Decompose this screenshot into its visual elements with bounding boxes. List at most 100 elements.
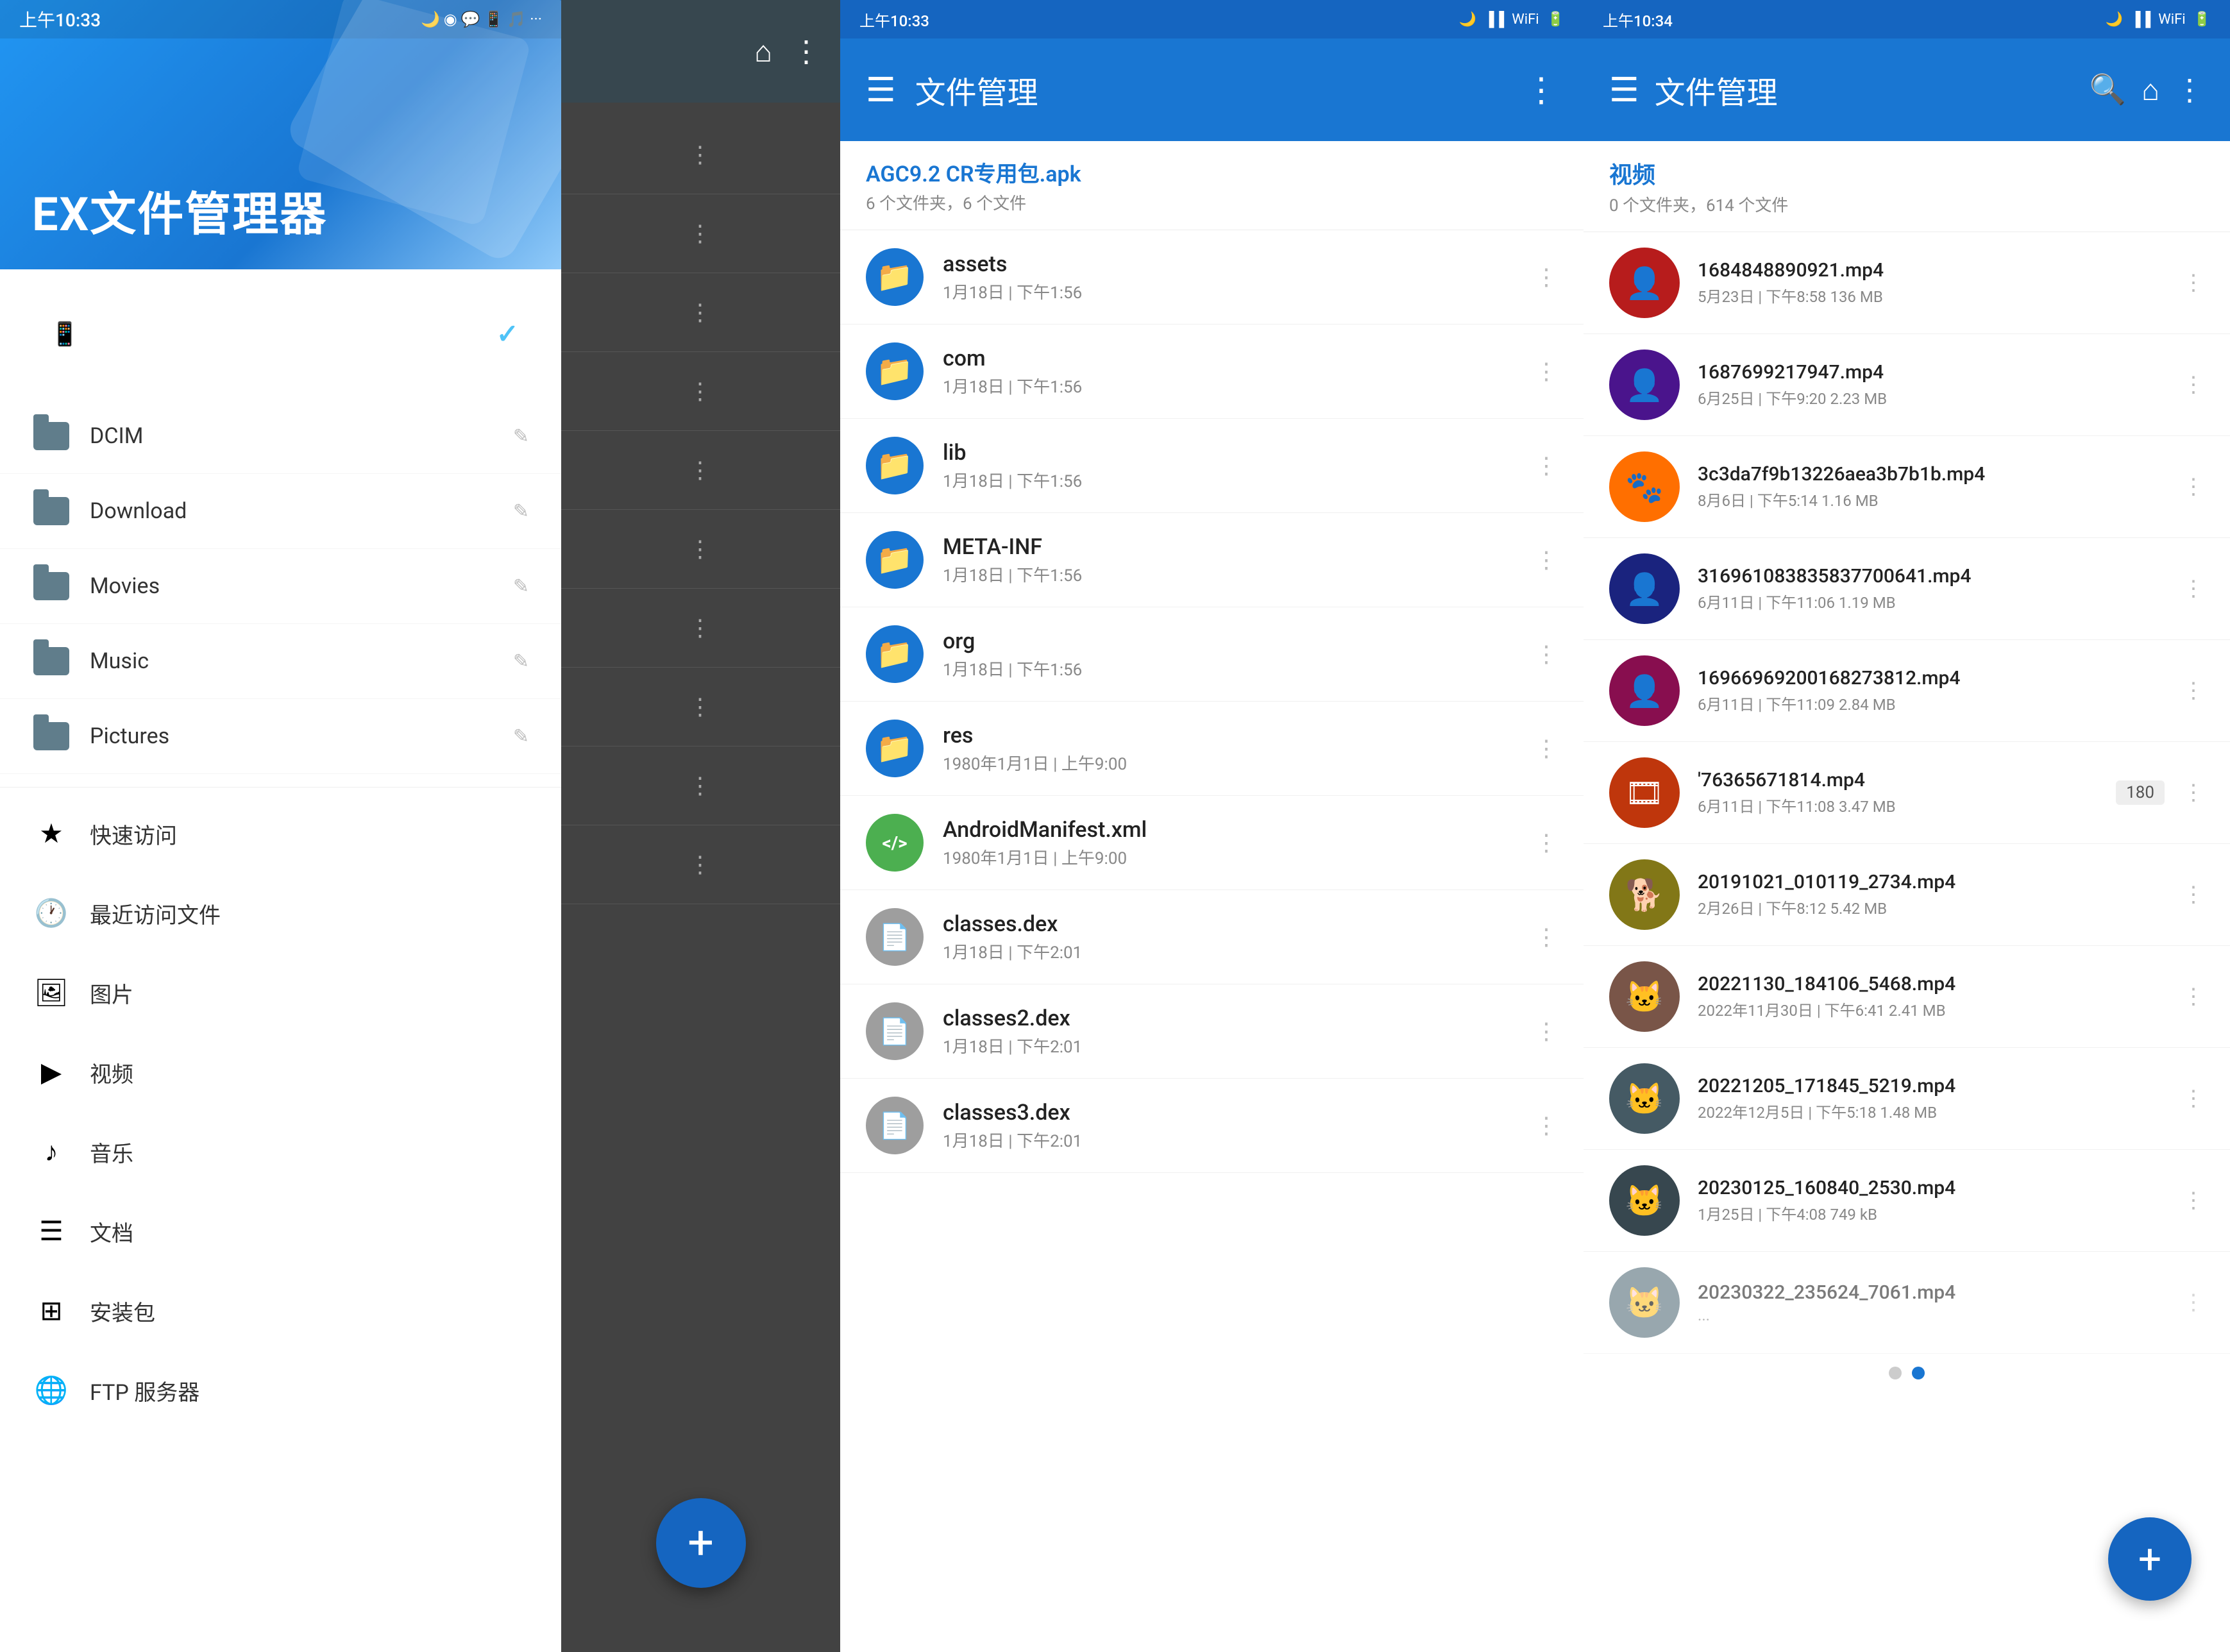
more-icon-v7[interactable]: ⋮	[2183, 882, 2204, 907]
more-icon-assets[interactable]: ⋮	[1535, 264, 1558, 291]
file-item-classes2[interactable]: 📄 classes2.dex 1月18日 | 下午2:01 ⋮	[840, 984, 1584, 1079]
folder-icon-res: 📁	[866, 720, 924, 777]
sidebar-item-music[interactable]: Music ✎	[0, 624, 561, 699]
video-item-10[interactable]: 🐱 20230125_160840_2530.mp4 1月25日 | 下午4:0…	[1584, 1150, 2230, 1252]
video-item-8[interactable]: 🐱 20221130_184106_5468.mp4 2022年11月30日 |…	[1584, 946, 2230, 1048]
more-icon-org[interactable]: ⋮	[1535, 641, 1558, 668]
signal-icon-4: ▐▐	[2131, 11, 2150, 28]
storage-item[interactable]: 📱 内部存储设备 17.51 GB 没有 496 GB ✓	[19, 289, 542, 380]
file-item-classes3[interactable]: 📄 classes3.dex 1月18日 | 下午2:01 ⋮	[840, 1079, 1584, 1173]
file-info-res: res 1980年1月1日 | 上午9:00	[943, 723, 1516, 775]
video-item-7[interactable]: 🐕 20191021_010119_2734.mp4 2月26日 | 下午8:1…	[1584, 844, 2230, 946]
status-time-4: 上午10:34	[1603, 8, 1673, 31]
video-item-6[interactable]: 🎞 '76365671814.mp4 6月11日 | 下午11:08 3.47 …	[1584, 742, 2230, 844]
more-icon-v3[interactable]: ⋮	[2183, 474, 2204, 500]
more-icon-res[interactable]: ⋮	[1535, 735, 1558, 762]
video-item-11[interactable]: 🐱 20230322_235624_7061.mp4 ... ⋮	[1584, 1252, 2230, 1354]
add-fab-button-p2[interactable]: +	[656, 1498, 746, 1588]
file-item-classes[interactable]: 📄 classes.dex 1月18日 | 下午2:01 ⋮	[840, 890, 1584, 984]
home-icon-p4[interactable]: ⌂	[2141, 72, 2159, 108]
sidebar-item-images[interactable]: 🖼 图片	[0, 953, 561, 1032]
more-icon-v6[interactable]: ⋮	[2183, 780, 2204, 805]
more-icon-v5[interactable]: ⋮	[2183, 678, 2204, 704]
dots-icon-7: ⋮	[689, 614, 713, 641]
file-list: 📁 assets 1月18日 | 下午1:56 ⋮ 📁 com 1月18日 | …	[840, 230, 1584, 1652]
more-icon-v2[interactable]: ⋮	[2183, 372, 2204, 398]
more-icon-v9[interactable]: ⋮	[2183, 1086, 2204, 1111]
more-icon-metainf[interactable]: ⋮	[1535, 546, 1558, 573]
edit-icon-dcim[interactable]: ✎	[513, 425, 529, 448]
p2-item-2[interactable]: ⋮	[561, 194, 840, 273]
sidebar-item-dcim[interactable]: DCIM ✎	[0, 399, 561, 474]
p2-item-5[interactable]: ⋮	[561, 431, 840, 510]
sidebar-item-quickaccess[interactable]: ★ 快速访问	[0, 794, 561, 873]
p2-item-8[interactable]: ⋮	[561, 668, 840, 746]
file-item-com[interactable]: 📁 com 1月18日 | 下午1:56 ⋮	[840, 324, 1584, 419]
video-item-4[interactable]: 👤 316961083835837700641.mp4 6月11日 | 下午11…	[1584, 538, 2230, 640]
more-icon-classes[interactable]: ⋮	[1535, 923, 1558, 950]
sidebar-item-recent[interactable]: 🕐 最近访问文件	[0, 873, 561, 953]
sidebar-item-ftp[interactable]: 🌐 FTP 服务器	[0, 1351, 561, 1430]
more-icon-classes3[interactable]: ⋮	[1535, 1112, 1558, 1139]
video-item-3[interactable]: 🐾 3c3da7f9b13226aea3b7b1b.mp4 8月6日 | 下午5…	[1584, 436, 2230, 538]
add-fab-button-p4[interactable]: +	[2108, 1517, 2192, 1601]
dots-icon-1: ⋮	[689, 141, 713, 168]
video-meta-2: 6月25日 | 下午9:20 2.23 MB	[1698, 386, 2165, 409]
dots-icon-9: ⋮	[689, 772, 713, 799]
more-icon-v10[interactable]: ⋮	[2183, 1188, 2204, 1213]
video-meta-5: 6月11日 | 下午11:09 2.84 MB	[1698, 692, 2165, 714]
sidebar-item-apk[interactable]: ⊞ 安装包	[0, 1271, 561, 1351]
more-icon-v11[interactable]: ⋮	[2183, 1290, 2204, 1315]
file-name-com: com	[943, 346, 1516, 371]
edit-icon-download[interactable]: ✎	[513, 500, 529, 523]
video-item-5[interactable]: 👤 16966969200168273812.mp4 6月11日 | 下午11:…	[1584, 640, 2230, 742]
panel-context: ⌂ ⋮ ⋮ ⋮ ⋮ ⋮ ⋮ ⋮ ⋮ ⋮ ⋮ ⋮	[561, 0, 840, 1652]
more-icon-manifest[interactable]: ⋮	[1535, 829, 1558, 856]
file-item-res[interactable]: 📁 res 1980年1月1日 | 上午9:00 ⋮	[840, 702, 1584, 796]
p2-item-7[interactable]: ⋮	[561, 589, 840, 668]
video-info-6: '76365671814.mp4 6月11日 | 下午11:08 3.47 MB	[1698, 769, 2098, 816]
sidebar-item-movies[interactable]: Movies ✎	[0, 549, 561, 624]
sidebar-item-docs[interactable]: ☰ 文档	[0, 1192, 561, 1271]
file-meta-assets: 1月18日 | 下午1:56	[943, 280, 1516, 303]
more-icon-v1[interactable]: ⋮	[2183, 270, 2204, 296]
panel2-topbar: ⌂ ⋮	[561, 0, 840, 103]
file-name-classes2: classes2.dex	[943, 1006, 1516, 1031]
file-item-manifest[interactable]: </> AndroidManifest.xml 1980年1月1日 | 上午9:…	[840, 796, 1584, 890]
more-icon-p2[interactable]: ⋮	[791, 34, 821, 69]
sidebar-item-pictures[interactable]: Pictures ✎	[0, 699, 561, 774]
p2-item-1[interactable]: ⋮	[561, 115, 840, 194]
hamburger-icon-p4[interactable]: ☰	[1609, 71, 1639, 110]
apk-icon: ⊞	[32, 1292, 71, 1330]
home-icon-p2[interactable]: ⌂	[754, 34, 772, 69]
video-item-2[interactable]: 👤 1687699217947.mp4 6月25日 | 下午9:20 2.23 …	[1584, 334, 2230, 436]
file-item-metainf[interactable]: 📁 META-INF 1月18日 | 下午1:56 ⋮	[840, 513, 1584, 607]
edit-icon-music[interactable]: ✎	[513, 650, 529, 673]
search-icon-p4[interactable]: 🔍	[2090, 72, 2126, 107]
more-icon-classes2[interactable]: ⋮	[1535, 1018, 1558, 1045]
sidebar-item-music-cat[interactable]: ♪ 音乐	[0, 1112, 561, 1192]
hamburger-icon-p3[interactable]: ☰	[866, 71, 896, 110]
more-icon-p4[interactable]: ⋮	[2175, 72, 2204, 108]
sidebar-item-videos[interactable]: ▶ 视频	[0, 1032, 561, 1112]
dex-glyph-3: 📄	[879, 1111, 911, 1141]
sidebar-header: 上午10:33 🌙 ◉ 💬 📱 🎵 ··· EX文件管理器	[0, 0, 561, 269]
file-item-org[interactable]: 📁 org 1月18日 | 下午1:56 ⋮	[840, 607, 1584, 702]
p2-item-4[interactable]: ⋮	[561, 352, 840, 431]
p2-item-9[interactable]: ⋮	[561, 746, 840, 825]
more-icon-v4[interactable]: ⋮	[2183, 576, 2204, 602]
p2-item-3[interactable]: ⋮	[561, 273, 840, 352]
file-item-assets[interactable]: 📁 assets 1月18日 | 下午1:56 ⋮	[840, 230, 1584, 324]
p2-item-10[interactable]: ⋮	[561, 825, 840, 904]
file-item-lib[interactable]: 📁 lib 1月18日 | 下午1:56 ⋮	[840, 419, 1584, 513]
edit-icon-movies[interactable]: ✎	[513, 575, 529, 598]
video-item-1[interactable]: 👤 1684848890921.mp4 5月23日 | 下午8:58 136 M…	[1584, 232, 2230, 334]
edit-icon-pictures[interactable]: ✎	[513, 725, 529, 748]
video-item-9[interactable]: 🐱 20221205_171845_5219.mp4 2022年12月5日 | …	[1584, 1048, 2230, 1150]
p2-item-6[interactable]: ⋮	[561, 510, 840, 589]
sidebar-item-download[interactable]: Download ✎	[0, 474, 561, 549]
more-icon-lib[interactable]: ⋮	[1535, 452, 1558, 479]
more-icon-p3[interactable]: ⋮	[1525, 71, 1558, 110]
more-icon-com[interactable]: ⋮	[1535, 358, 1558, 385]
more-icon-v8[interactable]: ⋮	[2183, 984, 2204, 1009]
